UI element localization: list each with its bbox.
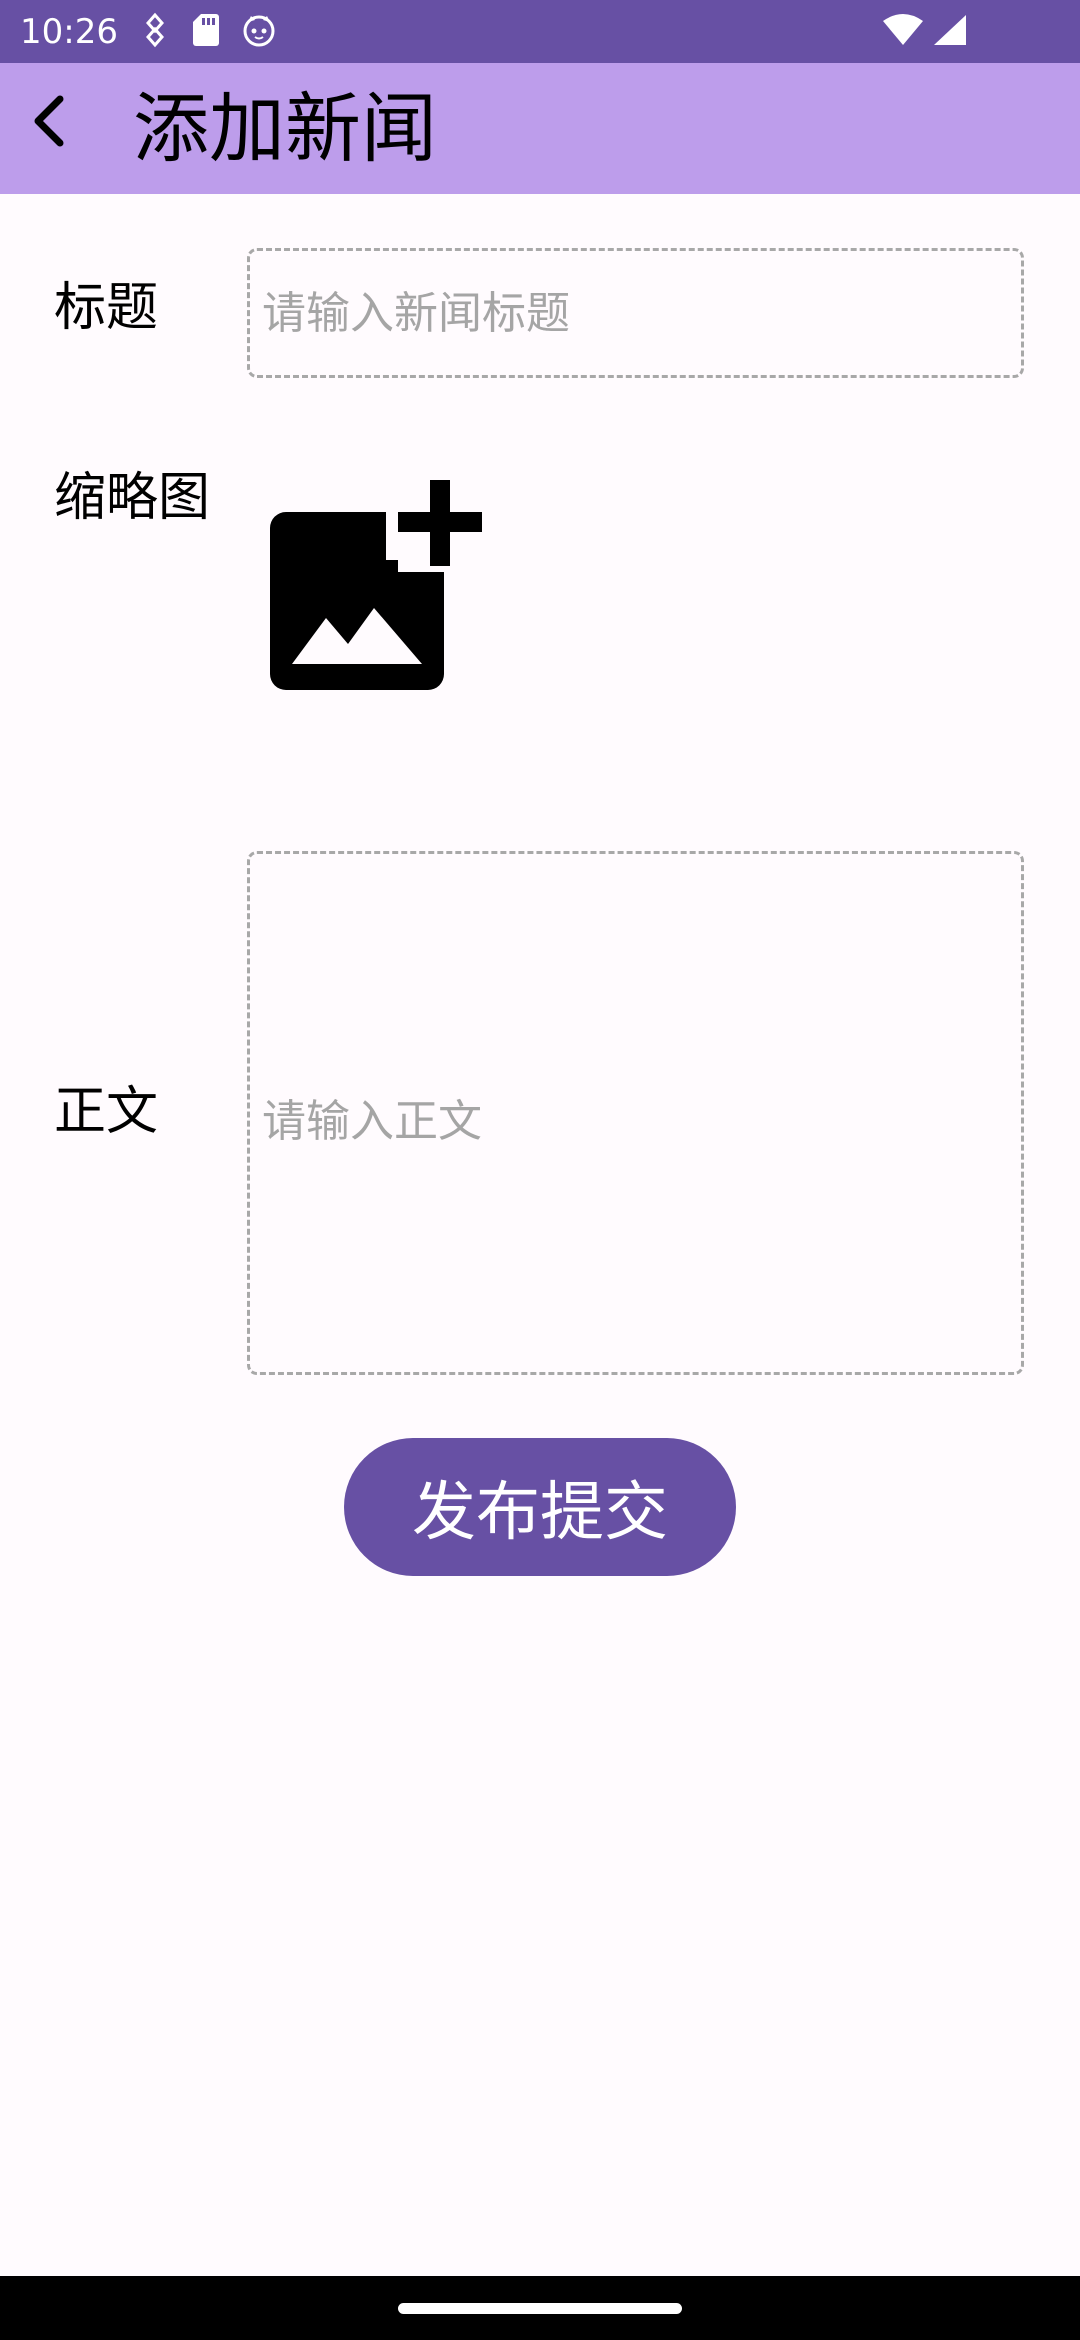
status-bar: 10:26: [0, 0, 1080, 63]
cat-face-icon: [242, 13, 276, 51]
data-saver-icon: [140, 12, 170, 52]
status-right-icons: [882, 12, 968, 52]
page-title: 添加新闻: [133, 84, 437, 173]
body-label: 正文: [54, 1082, 159, 1142]
news-body-textarea[interactable]: [247, 851, 1024, 1375]
navigation-bar: [0, 2276, 1080, 2340]
wifi-icon: [882, 13, 924, 51]
app-bar: 添加新闻: [0, 63, 1080, 194]
thumbnail-label: 缩略图: [54, 468, 211, 528]
submit-button[interactable]: 发布提交: [344, 1438, 736, 1576]
title-label: 标题: [54, 278, 159, 338]
news-title-input[interactable]: [247, 248, 1024, 378]
home-gesture-handle[interactable]: [398, 2303, 682, 2314]
thumbnail-picker[interactable]: [258, 468, 490, 700]
arrow-back-icon: [26, 93, 74, 153]
status-left-icons: [140, 12, 276, 52]
back-button[interactable]: [18, 91, 82, 155]
add-photo-icon: [258, 480, 490, 704]
add-news-screen: 10:26 添加新闻 标题 请输入新闻标题 缩略图 正文 请输入正文 发布提交: [0, 0, 1080, 2340]
cellular-signal-icon: [932, 13, 968, 51]
status-time: 10:26: [20, 12, 118, 52]
sd-card-icon: [192, 12, 220, 52]
